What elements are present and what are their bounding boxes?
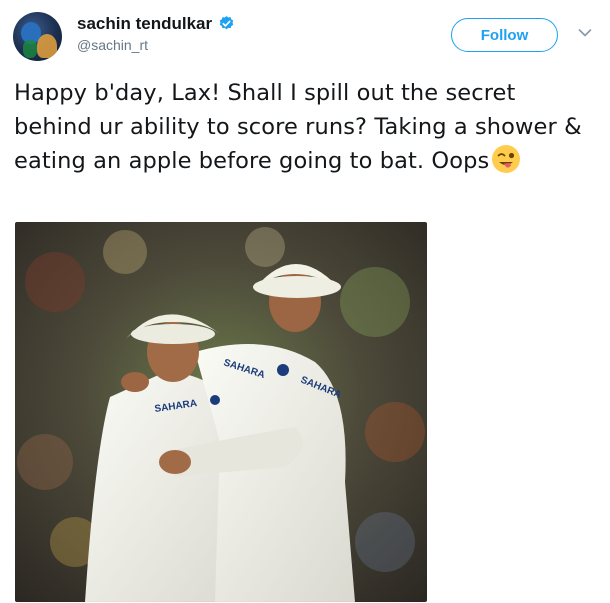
author-handle[interactable]: @sachin_rt <box>77 37 148 53</box>
verified-badge-icon <box>219 16 234 30</box>
cricket-players-photo: SAHARA SAHARA SAHARA <box>15 222 427 602</box>
winking-face-with-tongue-icon <box>492 145 521 173</box>
avatar[interactable] <box>13 12 62 61</box>
follow-button[interactable]: Follow <box>451 18 558 52</box>
author-name[interactable]: sachin tendulkar <box>77 14 212 34</box>
tweet-text: Happy b'day, Lax! Shall I spill out the … <box>14 76 584 178</box>
tweet-photo[interactable]: SAHARA SAHARA SAHARA <box>15 222 427 602</box>
chevron-down-icon[interactable] <box>578 28 592 38</box>
